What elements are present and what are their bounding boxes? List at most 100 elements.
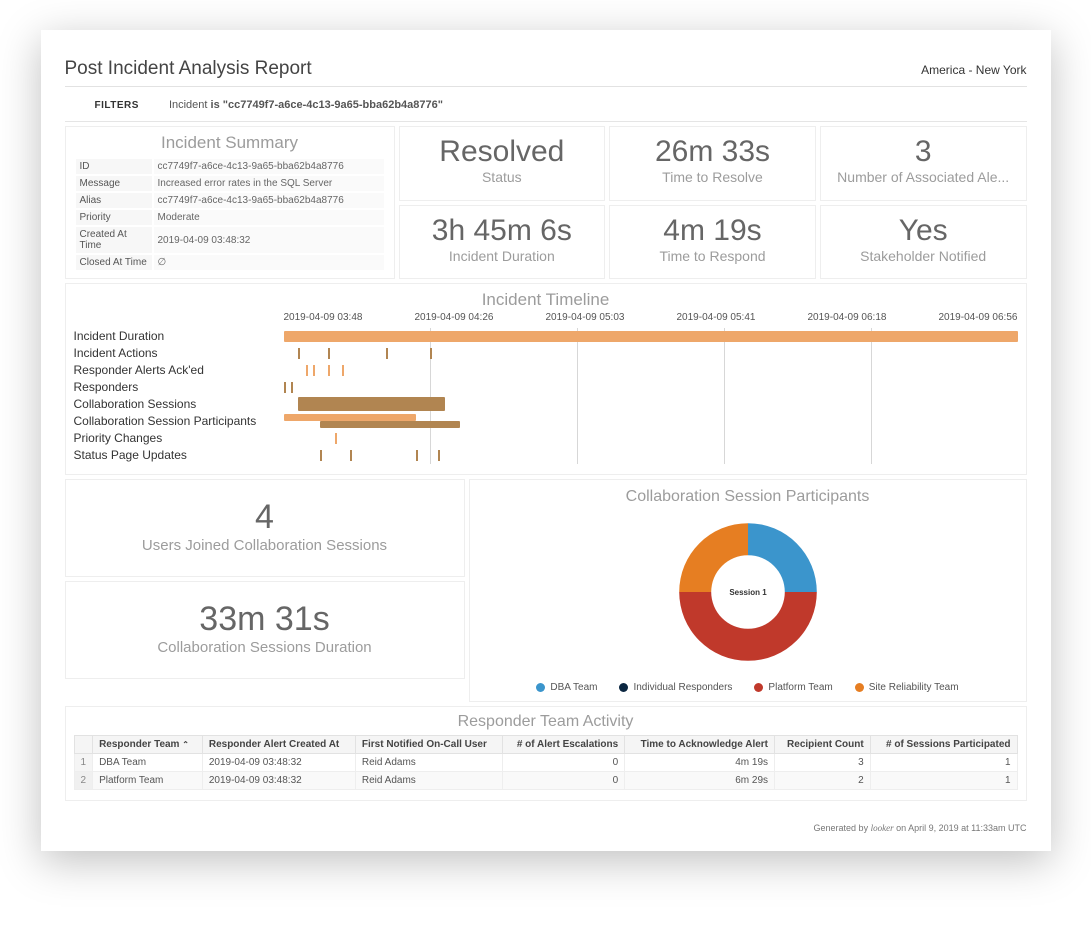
kpi-stake-label: Stakeholder Notified: [825, 248, 1022, 264]
tl-tick: 2019-04-09 04:26: [415, 312, 494, 323]
legend-item-platform: Platform Team: [754, 682, 832, 693]
page-title: Post Incident Analysis Report: [65, 58, 312, 80]
legend-item-individual: Individual Responders: [619, 682, 732, 693]
kpi-time-to-resolve: 26m 33sTime to Resolve: [609, 126, 816, 201]
kpi-sessdur-value: 33m 31s: [76, 600, 454, 639]
tick-responder: [284, 382, 286, 393]
donut-legend: DBA Team Individual Responders Platform …: [536, 682, 958, 693]
tick-ack: [306, 365, 308, 376]
tick-ack: [342, 365, 344, 376]
kpi-status-label: Status: [404, 169, 601, 185]
table-row: 2 Platform Team 2019-04-09 03:48:32 Reid…: [74, 772, 1017, 790]
summary-priority-label: Priority: [76, 210, 152, 225]
swatch-icon: [855, 683, 864, 692]
col-rownum[interactable]: [74, 736, 93, 754]
timezone-label: America - New York: [921, 63, 1026, 77]
col-first-notified[interactable]: First Notified On-Call User: [355, 736, 502, 754]
tick-ack: [313, 365, 315, 376]
summary-id-label: ID: [76, 159, 152, 174]
col-recipient-count[interactable]: Recipient Count: [775, 736, 871, 754]
footer-generated: Generated by: [814, 823, 871, 833]
cell-sp: 1: [870, 754, 1017, 772]
kpi-time-to-respond: 4m 19sTime to Respond: [609, 205, 816, 280]
summary-id-value: cc7749f7-a6ce-4c13-9a65-bba62b4a8776: [154, 159, 384, 174]
kpi-ttrs-value: 4m 19s: [614, 214, 811, 248]
header: Post Incident Analysis Report America - …: [65, 58, 1027, 87]
tick-status-update: [438, 450, 440, 461]
kpi-associated-alerts: 3Number of Associated Ale...: [820, 126, 1027, 201]
incident-summary-title: Incident Summary: [74, 133, 386, 153]
summary-msg-label: Message: [76, 176, 152, 191]
summary-created-value: 2019-04-09 03:48:32: [154, 227, 384, 253]
filters-bar: FILTERS Incident is "cc7749f7-a6ce-4c13-…: [65, 93, 1027, 122]
cell-created: 2019-04-09 03:48:32: [202, 772, 355, 790]
kpi-alerts-label: Number of Associated Ale...: [825, 169, 1022, 185]
legend-label: DBA Team: [550, 682, 597, 693]
tl-tick: 2019-04-09 05:03: [546, 312, 625, 323]
top-grid: Incident Summary IDcc7749f7-a6ce-4c13-9a…: [65, 126, 1027, 279]
incident-summary-panel: Incident Summary IDcc7749f7-a6ce-4c13-9a…: [65, 126, 395, 279]
activity-table: Responder Team ⌃ Responder Alert Created…: [74, 735, 1018, 790]
col-responder-team[interactable]: Responder Team ⌃: [93, 736, 203, 754]
cell-sp: 1: [870, 772, 1017, 790]
tick-status-update: [416, 450, 418, 461]
cell-tta: 6m 29s: [625, 772, 775, 790]
tick-action: [298, 348, 300, 359]
cell-rc: 3: [775, 754, 871, 772]
tl-row-label: Priority Changes: [74, 430, 284, 447]
tick-responder: [291, 382, 293, 393]
cell-rownum: 1: [74, 754, 93, 772]
timeline-chart: 2019-04-09 03:48 2019-04-09 04:26 2019-0…: [284, 328, 1018, 464]
kpi-status: ResolvedStatus: [399, 126, 606, 201]
tick-action: [386, 348, 388, 359]
looker-brand: looker: [871, 823, 894, 833]
tl-row-label: Incident Actions: [74, 345, 284, 362]
col-created-at[interactable]: Responder Alert Created At: [202, 736, 355, 754]
kpi-users-value: 4: [76, 498, 454, 537]
cell-rc: 2: [775, 772, 871, 790]
cell-esc: 0: [503, 772, 625, 790]
tl-tick: 2019-04-09 06:18: [808, 312, 887, 323]
tl-tick: 2019-04-09 06:56: [939, 312, 1018, 323]
cell-created: 2019-04-09 03:48:32: [202, 754, 355, 772]
summary-msg-value: Increased error rates in the SQL Server: [154, 176, 384, 191]
kpi-ttrs-label: Time to Respond: [614, 248, 811, 264]
tick-ack: [328, 365, 330, 376]
legend-label: Site Reliability Team: [869, 682, 959, 693]
activity-title: Responder Team Activity: [74, 713, 1018, 731]
tick-action: [430, 348, 432, 359]
bar-incident-duration: [284, 331, 1018, 342]
bar-collab-participant: [284, 414, 416, 421]
bar-collab-participant: [320, 421, 459, 428]
filter-value: "cc7749f7-a6ce-4c13-9a65-bba62b4a8776": [223, 99, 443, 111]
col-escalations[interactable]: # of Alert Escalations: [503, 736, 625, 754]
filter-prefix: Incident: [169, 99, 211, 111]
timeline-title: Incident Timeline: [74, 290, 1018, 310]
cell-team: DBA Team: [93, 754, 203, 772]
kpi-alerts-value: 3: [825, 135, 1022, 169]
left-kpi-column: 4 Users Joined Collaboration Sessions 33…: [65, 479, 465, 702]
col-sessions-participated[interactable]: # of Sessions Participated: [870, 736, 1017, 754]
tl-row-label: Incident Duration: [74, 328, 284, 345]
responder-activity-panel: Responder Team Activity Responder Team ⌃…: [65, 706, 1027, 801]
donut-panel: Collaboration Session Participants Sessi…: [469, 479, 1027, 702]
bar-collab-session: [298, 397, 445, 411]
report-sheet: Post Incident Analysis Report America - …: [41, 30, 1051, 851]
incident-summary-table: IDcc7749f7-a6ce-4c13-9a65-bba62b4a8776 M…: [74, 157, 386, 272]
cell-rownum: 2: [74, 772, 93, 790]
footer-timestamp: on April 9, 2019 at 11:33am UTC: [894, 823, 1027, 833]
summary-closed-label: Closed At Time: [76, 255, 152, 270]
sort-asc-icon: ⌃: [182, 740, 189, 749]
kpi-dur-label: Incident Duration: [404, 248, 601, 264]
legend-label: Platform Team: [768, 682, 832, 693]
swatch-icon: [536, 683, 545, 692]
tl-row-label: Collaboration Sessions: [74, 396, 284, 413]
kpi-sessdur-label: Collaboration Sessions Duration: [76, 639, 454, 656]
tl-row-label: Responders: [74, 379, 284, 396]
cell-team: Platform Team: [93, 772, 203, 790]
legend-item-sre: Site Reliability Team: [855, 682, 959, 693]
tick-priority-change: [335, 433, 337, 444]
filters-heading: FILTERS: [95, 100, 139, 111]
kpi-incident-duration: 3h 45m 6sIncident Duration: [399, 205, 606, 280]
col-tta[interactable]: Time to Acknowledge Alert: [625, 736, 775, 754]
